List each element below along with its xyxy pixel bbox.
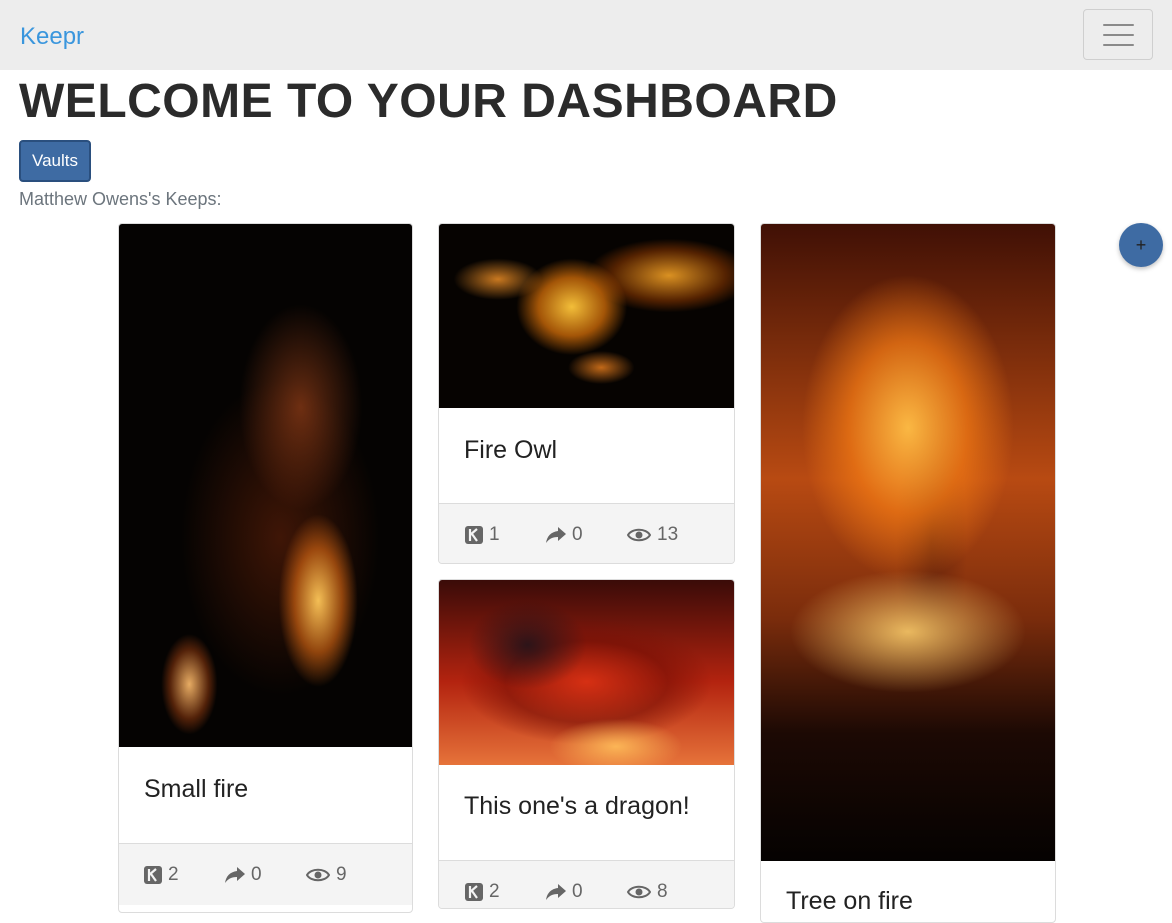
- view-count-value: 13: [657, 524, 679, 545]
- keep-card[interactable]: Small fire 2 0 9: [118, 223, 413, 913]
- keep-card-body: This one's a dragon!: [439, 765, 734, 860]
- share-count[interactable]: 0: [225, 864, 262, 886]
- keepr-k-icon: [144, 866, 162, 884]
- keep-card[interactable]: Tree on fire: [760, 223, 1056, 923]
- keep-count-value: 2: [168, 864, 179, 885]
- hamburger-icon-bar: [1103, 44, 1134, 46]
- owner-keeps-label: Matthew Owens's Keeps:: [19, 189, 222, 209]
- keep-card[interactable]: Fire Owl 1 0 13: [438, 223, 735, 564]
- page-title: WELCOME TO YOUR DASHBOARD: [19, 75, 838, 128]
- share-arrow-icon: [225, 866, 245, 883]
- share-count-value: 0: [572, 524, 583, 545]
- keep-card-footer: 2 0 8: [439, 860, 734, 908]
- keep-image[interactable]: [761, 224, 1055, 861]
- share-count[interactable]: 0: [546, 524, 583, 546]
- keep-title: Fire Owl: [464, 436, 558, 464]
- eye-icon: [306, 868, 330, 882]
- keep-count[interactable]: 2: [465, 881, 500, 903]
- brand-link[interactable]: Keepr: [20, 22, 84, 52]
- share-arrow-icon: [546, 526, 566, 543]
- keep-count-value: 2: [489, 881, 500, 902]
- view-count: 13: [627, 524, 678, 546]
- share-count[interactable]: 0: [546, 881, 583, 903]
- keep-image[interactable]: [119, 224, 412, 747]
- keep-card-footer: 1 0 13: [439, 503, 734, 563]
- view-count-value: 9: [336, 864, 347, 885]
- keep-card-body: Tree on fire: [761, 861, 1055, 922]
- add-keep-button[interactable]: +: [1119, 223, 1163, 267]
- view-count-value: 8: [657, 881, 668, 902]
- keep-title: Tree on fire: [786, 887, 913, 915]
- hamburger-icon-bar: [1103, 34, 1134, 36]
- keep-card-body: Small fire: [119, 747, 412, 843]
- keep-card-body: Fire Owl: [439, 408, 734, 503]
- keep-card[interactable]: This one's a dragon! 2 0 8: [438, 579, 735, 909]
- navbar: Keepr: [0, 0, 1172, 70]
- share-count-value: 0: [251, 864, 262, 885]
- keep-image[interactable]: [439, 224, 734, 408]
- vaults-button[interactable]: Vaults: [19, 140, 91, 182]
- keep-count[interactable]: 1: [465, 524, 500, 546]
- hamburger-icon: [1103, 24, 1134, 26]
- eye-icon: [627, 885, 651, 899]
- keep-image[interactable]: [439, 580, 734, 765]
- keepr-k-icon: [465, 526, 483, 544]
- view-count: 9: [306, 864, 347, 886]
- keep-card-footer: 2 0 9: [119, 843, 412, 905]
- keep-title: This one's a dragon!: [464, 792, 690, 820]
- view-count: 8: [627, 881, 668, 903]
- keep-count-value: 1: [489, 524, 500, 545]
- keepr-k-icon: [465, 883, 483, 901]
- share-arrow-icon: [546, 883, 566, 900]
- eye-icon: [627, 528, 651, 542]
- menu-toggle-button[interactable]: [1083, 9, 1153, 60]
- share-count-value: 0: [572, 881, 583, 902]
- keep-title: Small fire: [144, 775, 249, 803]
- keep-count[interactable]: 2: [144, 864, 179, 886]
